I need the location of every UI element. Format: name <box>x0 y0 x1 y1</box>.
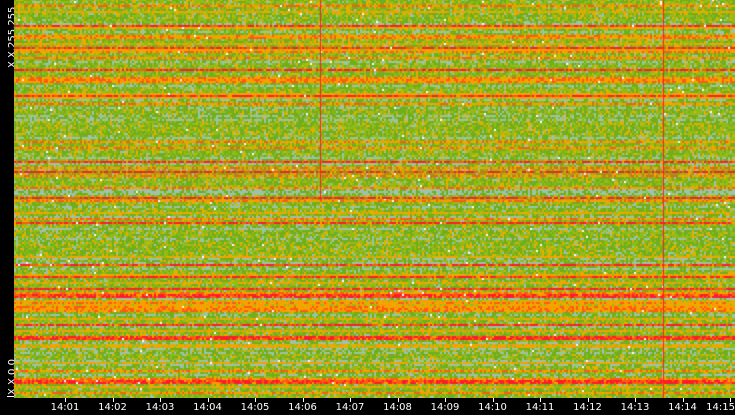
x-tick-label: 14:05 <box>240 402 270 413</box>
y-tick <box>7 396 14 397</box>
x-tick-label: 14:08 <box>383 402 412 413</box>
y-axis: X.X.255.255 X.X.0.0 <box>0 0 18 398</box>
x-tick-label: 14:15 <box>706 402 735 413</box>
x-tick-label: 14:14 <box>668 402 697 413</box>
x-tick-label: 14:03 <box>145 402 175 413</box>
x-tick-label: 14:07 <box>335 402 365 413</box>
x-axis: 14:01 14:02 14:03 14:04 14:05 14:06 14:07 14:08… <box>0 398 735 415</box>
x-tick-label: 14:09 <box>430 402 460 413</box>
x-tick-label: 14:10 <box>478 402 507 413</box>
x-tick-label: 14:01 <box>50 402 80 413</box>
x-tick-label: 14:11 <box>525 402 555 413</box>
x-tick-label: 14:02 <box>98 402 127 413</box>
x-tick-label: 14:13 <box>620 402 650 413</box>
heatmap-canvas[interactable] <box>14 0 735 398</box>
x-tick-label: 14:04 <box>193 402 222 413</box>
x-tick-label: 14:06 <box>288 402 317 413</box>
x-tick-label: 14:12 <box>573 402 602 413</box>
